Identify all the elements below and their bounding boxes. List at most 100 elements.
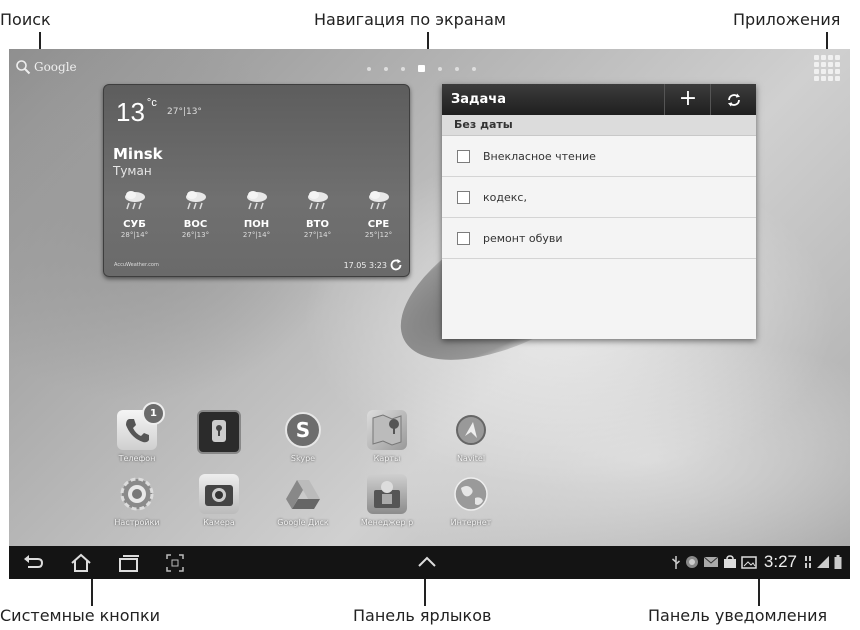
store-icon (723, 555, 736, 568)
screen-dot[interactable] (455, 66, 459, 71)
screen-indicator[interactable] (367, 65, 476, 72)
camera-icon (205, 485, 233, 506)
usb-icon (671, 556, 680, 569)
recent-apps-icon[interactable] (117, 553, 141, 573)
skype-icon: S (285, 412, 321, 448)
forecast-day: СРЕ 25°|12° (354, 189, 404, 239)
add-task-button[interactable]: + (664, 84, 711, 115)
task-item[interactable]: кодекс, (442, 177, 756, 218)
leader-line-shortcuts-panel (424, 578, 426, 606)
weather-source[interactable]: AccuWeather.com (114, 262, 159, 268)
security-icon (685, 556, 698, 568)
rain-cloud-icon (246, 191, 267, 210)
task-item-label: кодекс, (483, 190, 527, 204)
search-icon (16, 60, 31, 75)
forecast-day: ПОН 27°|14° (232, 189, 282, 239)
screen-dot[interactable] (438, 66, 442, 71)
top-bar: Google (9, 49, 850, 89)
sync-icon (728, 93, 740, 106)
maps-icon (372, 414, 402, 446)
sync-button[interactable] (710, 84, 757, 115)
forecast-day: ВОС 26°|13° (171, 189, 221, 239)
app-settings[interactable]: Настройки (107, 474, 167, 527)
status-clock: 3:27 (763, 552, 797, 571)
screen-dot[interactable] (472, 66, 476, 71)
task-widget-header: Задача + (442, 84, 756, 115)
screen-dot[interactable] (384, 66, 388, 71)
app-label: Камера (203, 518, 235, 527)
signal-icon (817, 556, 829, 568)
app-phone[interactable]: 1 Телефон (107, 402, 167, 463)
drive-icon (286, 480, 320, 509)
rain-cloud-icon (307, 191, 328, 210)
app-label: Телефон (118, 454, 156, 463)
weather-temp-range: 27°|13° (167, 107, 202, 117)
app-google-drive[interactable]: Google Диск (273, 474, 333, 527)
forecast-day: СУБ 28°|14° (110, 189, 160, 239)
system-bar: 3:27 (9, 546, 850, 579)
gallery-icon (741, 555, 757, 569)
task-section-no-date: Без даты (442, 115, 756, 136)
app-label: Карты (373, 454, 401, 463)
phone-badge: 1 (142, 402, 165, 425)
app-lock[interactable] (189, 410, 249, 458)
apps-grid-icon[interactable] (814, 55, 840, 81)
screen-dot-active[interactable] (418, 65, 425, 72)
screen-dot[interactable] (367, 66, 371, 71)
manager-icon (374, 481, 400, 508)
callout-system-buttons: Системные кнопки (0, 606, 161, 625)
callout-notifications-panel: Панель уведомления (648, 606, 828, 625)
app-navitel[interactable]: Navitel (441, 410, 501, 463)
screenshot-icon[interactable] (165, 553, 185, 573)
screen-dot[interactable] (401, 66, 405, 71)
app-label: Google Диск (277, 518, 329, 527)
task-item-label: ремонт обуви (483, 231, 563, 245)
chevron-up-icon[interactable] (417, 555, 437, 569)
app-camera[interactable]: Камера (189, 474, 249, 527)
weather-updated-time: 17.05 3:23 (343, 261, 387, 270)
leader-line-notifications-panel (758, 578, 760, 606)
task-item[interactable]: Внекласное чтение (442, 136, 756, 177)
task-widget[interactable]: Задача + Без даты Внекласное чтение коде… (442, 84, 756, 339)
google-search-widget[interactable]: Google (15, 59, 77, 75)
home-icon[interactable] (69, 553, 93, 573)
refresh-icon[interactable] (389, 258, 403, 272)
leader-line-system-buttons (91, 578, 93, 606)
callout-search: Поиск (0, 10, 51, 29)
weather-forecast: СУБ 28°|14° ВОС 26°|13° ПОН 27°|14° ВТО … (104, 189, 409, 239)
app-maps[interactable]: Карты (357, 410, 417, 463)
app-label: Интернет (450, 518, 492, 527)
callout-apps: Приложения (733, 10, 841, 29)
app-label: Настройки (114, 518, 160, 527)
rain-cloud-icon (368, 191, 389, 210)
app-skype[interactable]: S Skype (273, 410, 333, 463)
forecast-day: ВТО 27°|14° (293, 189, 343, 239)
google-logo-text: Google (34, 60, 77, 74)
weather-city: Minsk (113, 145, 163, 163)
app-label: Менеджер р (360, 518, 414, 527)
task-checkbox[interactable] (457, 149, 470, 163)
home-screen[interactable]: Google 13 °c 27°|13° Minsk Туман СУБ 28°… (9, 49, 850, 579)
task-checkbox[interactable] (457, 190, 470, 204)
weather-widget[interactable]: 13 °c 27°|13° Minsk Туман СУБ 28°|14° ВОС… (103, 84, 410, 277)
app-internet[interactable]: Интернет (441, 474, 501, 527)
network-type-icon (805, 556, 811, 568)
rain-cloud-icon (124, 191, 145, 210)
task-checkbox[interactable] (457, 231, 470, 245)
task-item[interactable]: ремонт обуви (442, 218, 756, 259)
battery-icon (834, 555, 842, 569)
rain-cloud-icon (185, 191, 206, 210)
weather-temperature: 13 °c (116, 97, 157, 127)
app-label: Skype (290, 454, 316, 463)
app-manager[interactable]: Менеджер р (357, 474, 417, 527)
callout-navigation: Навигация по экранам (314, 10, 506, 29)
mail-icon (703, 556, 719, 567)
gear-icon (120, 477, 154, 511)
svg-text:S: S (296, 418, 310, 442)
notification-tray[interactable]: 3:27 (671, 552, 842, 572)
task-widget-title: Задача (451, 92, 506, 107)
back-icon[interactable] (23, 553, 45, 573)
navitel-icon (456, 415, 486, 445)
app-label: Navitel (456, 454, 486, 463)
globe-icon (454, 477, 488, 511)
